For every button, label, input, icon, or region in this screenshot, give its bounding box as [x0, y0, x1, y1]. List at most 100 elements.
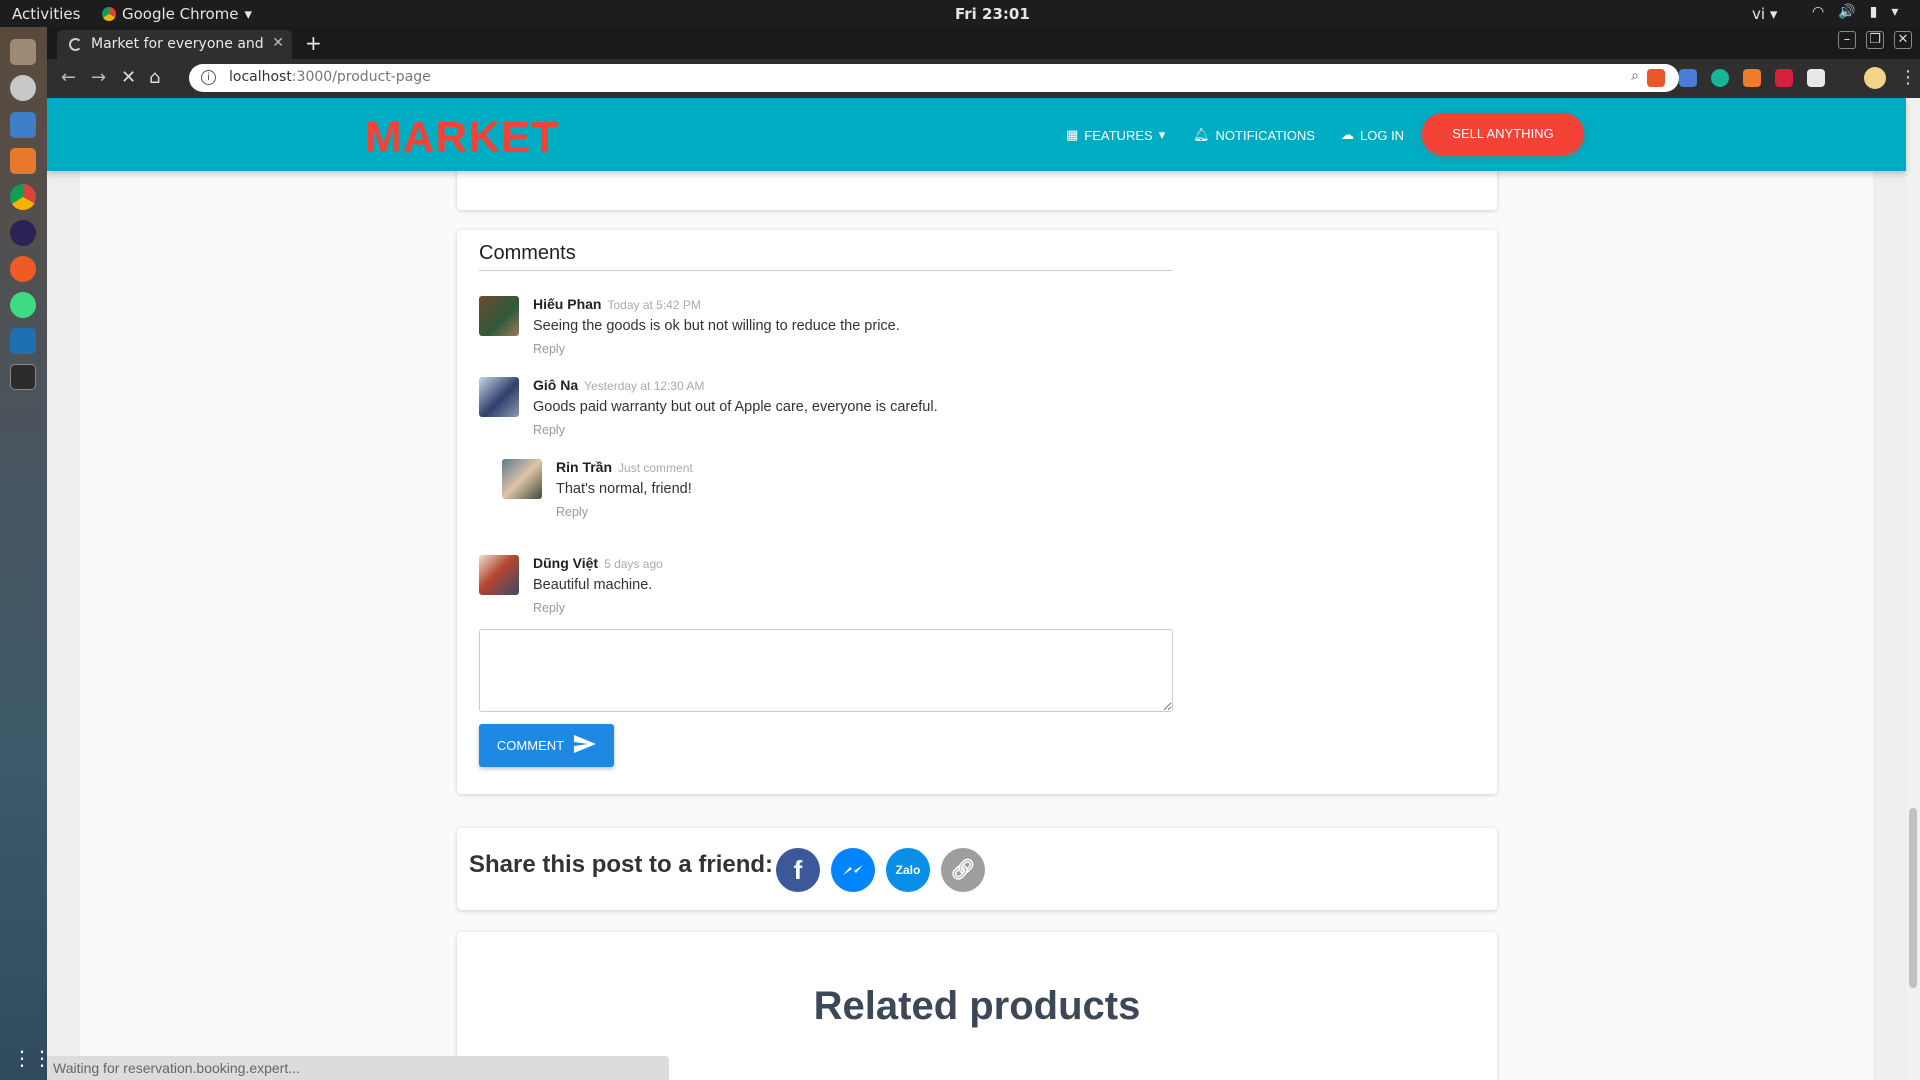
comment-time: Today at 5:42 PM [607, 298, 701, 312]
app-menu-label: Google Chrome [122, 5, 239, 23]
comment-text: Seeing the goods is ok but not willing t… [533, 318, 900, 334]
forward-arrow-icon[interactable]: → [91, 67, 106, 88]
system-tray[interactable]: ◠ 🔊 ▮ ▾ [1812, 4, 1898, 20]
close-icon[interactable]: ✕ [272, 35, 284, 51]
reply-link[interactable]: Reply [556, 505, 693, 519]
avatar[interactable] [502, 459, 542, 499]
tab-active[interactable]: Market for everyone and ✕ [57, 30, 292, 59]
link-icon: 🔗︎ [950, 859, 976, 881]
files-icon[interactable] [10, 39, 36, 65]
facebook-share-button[interactable]: f [776, 848, 820, 892]
page-viewport: MARKET ▦ FEATURES ▾ 🔔︎ NOTIFICATIONS ☁ L… [47, 98, 1920, 1080]
clock[interactable]: Fri 23:01 [955, 5, 1030, 23]
restore-icon[interactable]: ❐ [1866, 31, 1884, 49]
battery-icon: ▮ [1869, 4, 1878, 20]
cloud-upload-icon: ☁ [1341, 127, 1354, 142]
avatar[interactable] [479, 296, 519, 336]
messenger-share-button[interactable] [831, 848, 875, 892]
scrollbar-thumb[interactable] [1909, 808, 1917, 988]
text-editor-icon[interactable] [10, 112, 36, 138]
nav-login-label: LOG IN [1360, 127, 1405, 143]
comment-text: Goods paid warranty but out of Apple car… [533, 399, 938, 415]
activities-button[interactable]: Activities [12, 5, 80, 23]
reply-link[interactable]: Reply [533, 342, 900, 356]
caret-down-icon: ▾ [1158, 127, 1166, 142]
info-icon[interactable]: i [201, 70, 216, 85]
more-vertical-icon[interactable]: ⋮ [1899, 67, 1917, 88]
zoom-icon[interactable]: ⌕ [1631, 68, 1639, 84]
chevron-down-icon: ▾ [244, 5, 253, 23]
android-studio-icon[interactable] [10, 292, 36, 318]
comment-time: 5 days ago [604, 557, 663, 571]
profile-avatar[interactable] [1864, 67, 1886, 89]
software-center-icon[interactable] [10, 148, 36, 174]
extension-icon[interactable] [1711, 69, 1729, 87]
divider [479, 270, 1172, 271]
vscode-icon[interactable] [10, 328, 36, 354]
comment-text: That's normal, friend! [556, 481, 692, 497]
back-arrow-icon[interactable]: ← [61, 67, 76, 88]
site-header: MARKET ▦ FEATURES ▾ 🔔︎ NOTIFICATIONS ☁ L… [47, 98, 1906, 171]
share-title: Share this post to a friend: [469, 851, 774, 878]
send-icon [574, 735, 597, 756]
comment-submit-button[interactable]: COMMENT [479, 724, 614, 767]
copy-link-button[interactable]: 🔗︎ [941, 848, 985, 892]
messenger-icon [842, 861, 864, 878]
loading-spinner-icon [69, 38, 82, 51]
comment-author[interactable]: Giô Na [533, 377, 578, 393]
avatar[interactable] [479, 377, 519, 417]
language-indicator[interactable]: vi ▾ [1752, 5, 1777, 23]
new-tab-icon[interactable]: + [305, 31, 322, 55]
url-path: :3000/product-page [291, 69, 431, 85]
avatar[interactable] [479, 555, 519, 595]
nav-login[interactable]: ☁ LOG IN [1341, 127, 1404, 143]
comment-time: Just comment [618, 461, 693, 475]
browser-status-bar: Waiting for reservation.booking.expert..… [47, 1056, 669, 1080]
comment-author[interactable]: Dũng Việt [533, 555, 598, 571]
site-logo[interactable]: MARKET [365, 113, 559, 163]
extension-icon[interactable] [1807, 69, 1825, 87]
volume-icon: 🔊 [1838, 4, 1856, 20]
translate-extension-icon[interactable] [1679, 69, 1697, 87]
app-menu[interactable]: Google Chrome ▾ [102, 5, 252, 23]
nav-notifications[interactable]: 🔔︎ NOTIFICATIONS [1193, 127, 1315, 143]
url-host: localhost [229, 69, 292, 85]
comment-time: Yesterday at 12:30 AM [584, 379, 705, 393]
nav-features[interactable]: ▦ FEATURES ▾ [1066, 127, 1165, 143]
extension-icon[interactable] [1775, 69, 1793, 87]
zalo-share-button[interactable]: Zalo [886, 848, 930, 892]
nav-notifications-label: NOTIFICATIONS [1215, 127, 1315, 143]
reply-link[interactable]: Reply [533, 601, 663, 615]
home-icon[interactable]: ⌂ [149, 67, 160, 88]
address-bar[interactable]: i localhost:3000/product-page ⌕ ☆ [189, 64, 1679, 92]
comment-text: Beautiful machine. [533, 577, 653, 593]
language-label: vi [1752, 5, 1766, 23]
page-scrollbar[interactable] [1906, 98, 1920, 1080]
extension-icon[interactable] [1647, 69, 1665, 87]
bell-icon: 🔔︎ [1193, 127, 1210, 142]
chrome-icon[interactable] [10, 184, 36, 210]
stop-icon[interactable]: ✕ [121, 67, 136, 88]
close-window-icon[interactable]: ✕ [1894, 31, 1912, 49]
reply-link[interactable]: Reply [533, 423, 938, 437]
settings-tool-icon[interactable] [10, 75, 36, 101]
comment-author[interactable]: Rin Trần [556, 459, 612, 475]
postman-icon[interactable] [10, 256, 36, 282]
sell-anything-button[interactable]: SELL ANYTHING [1422, 113, 1584, 155]
wifi-icon: ◠ [1812, 4, 1825, 20]
browser-toolbar: ← → ✕ ⌂ i localhost:3000/product-page ⌕ … [47, 59, 1920, 98]
os-top-bar: Activities Google Chrome ▾ Fri 23:01 vi … [0, 0, 1920, 27]
minimize-icon[interactable]: – [1838, 31, 1856, 49]
terminal-icon[interactable] [10, 364, 36, 390]
comment-submit-label: COMMENT [496, 738, 565, 753]
extension-icon[interactable] [1743, 69, 1761, 87]
related-products-title: Related products [813, 984, 1141, 1028]
chrome-icon [102, 7, 116, 21]
comment-author[interactable]: Hiếu Phan [533, 296, 601, 312]
comment-input[interactable] [479, 629, 1173, 712]
show-applications-icon[interactable]: ⋮⋮ [12, 1047, 52, 1069]
zalo-icon: Zalo [895, 863, 921, 877]
nav-features-label: FEATURES [1084, 127, 1153, 143]
eclipse-icon[interactable] [10, 220, 36, 246]
map-icon: ▦ [1066, 127, 1079, 142]
